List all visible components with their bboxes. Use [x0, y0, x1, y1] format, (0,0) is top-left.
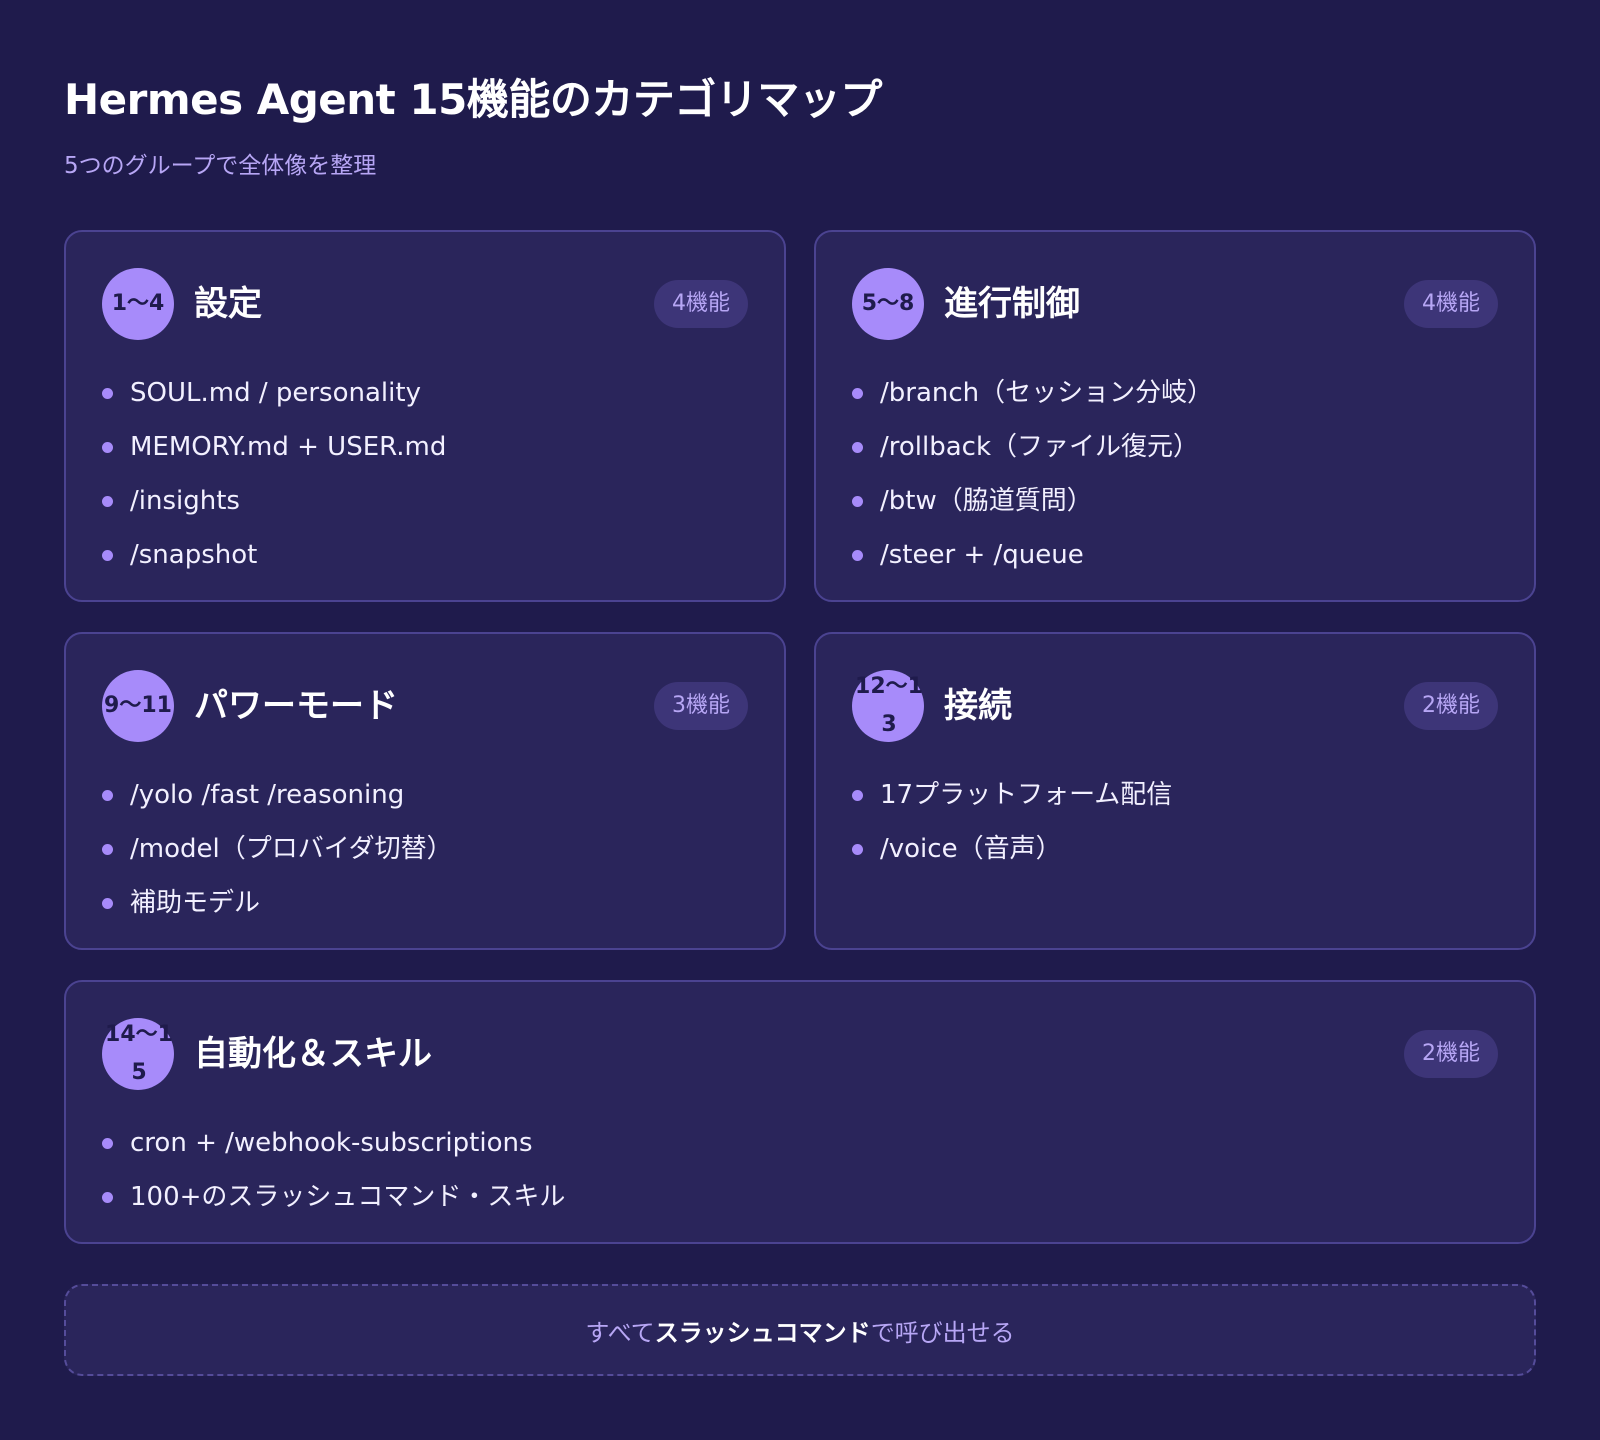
page-subtitle: 5つのグループで全体像を整理 — [64, 153, 377, 179]
feature-count-badge: 4機能 — [654, 280, 748, 328]
feature-list: /yolo /fast /reasoning /model（プロバイダ切替） 補… — [102, 768, 748, 930]
group-title: 接続 — [944, 686, 1012, 726]
feature-label: cron + /webhook-subscriptions — [130, 1128, 533, 1158]
group-card-progress-control: 5〜8 進行制御 4機能 /branch（セッション分岐） /rollback（… — [814, 230, 1536, 602]
feature-item: /model（プロバイダ切替） — [102, 822, 748, 876]
feature-list: SOUL.md / personality MEMORY.md + USER.m… — [102, 366, 748, 582]
feature-count-badge: 3機能 — [654, 682, 748, 730]
bullet-dot-icon — [102, 496, 113, 507]
feature-item: /branch（セッション分岐） — [852, 366, 1498, 420]
bullet-dot-icon — [102, 388, 113, 399]
bullet-dot-icon — [102, 550, 113, 561]
group-card-header: 12〜13 接続 2機能 — [852, 670, 1498, 742]
feature-item: SOUL.md / personality — [102, 366, 748, 420]
group-number-badge: 9〜11 — [102, 670, 174, 742]
feature-label: /voice（音声） — [880, 834, 1062, 864]
group-card-power-mode: 9〜11 パワーモード 3機能 /yolo /fast /reasoning /… — [64, 632, 786, 950]
group-card-header: 9〜11 パワーモード 3機能 — [102, 670, 748, 742]
feature-item: /snapshot — [102, 528, 748, 582]
feature-label: /btw（脇道質問） — [880, 486, 1093, 516]
group-title: 自動化＆スキル — [194, 1034, 432, 1074]
group-title: 進行制御 — [944, 284, 1080, 324]
group-card-header: 14〜15 自動化＆スキル 2機能 — [102, 1018, 1498, 1090]
feature-item: /steer + /queue — [852, 528, 1498, 582]
group-card-settings: 1〜4 設定 4機能 SOUL.md / personality MEMORY.… — [64, 230, 786, 602]
feature-label: SOUL.md / personality — [130, 378, 421, 408]
feature-count-badge: 2機能 — [1404, 682, 1498, 730]
group-number-badge: 14〜15 — [102, 1018, 174, 1090]
footer-prefix: すべて — [585, 1318, 655, 1347]
group-card-connection: 12〜13 接続 2機能 17プラットフォーム配信 /voice（音声） — [814, 632, 1536, 950]
bullet-dot-icon — [102, 1138, 113, 1149]
feature-item: /rollback（ファイル復元） — [852, 420, 1498, 474]
bullet-dot-icon — [852, 388, 863, 399]
feature-label: 17プラットフォーム配信 — [880, 780, 1173, 810]
feature-label: /snapshot — [130, 540, 258, 570]
bullet-dot-icon — [102, 790, 113, 801]
bullet-dot-icon — [102, 898, 113, 909]
bullet-dot-icon — [852, 790, 863, 801]
group-number-badge: 1〜4 — [102, 268, 174, 340]
page-title: Hermes Agent 15機能のカテゴリマップ — [64, 75, 882, 124]
feature-label: /yolo /fast /reasoning — [130, 780, 405, 810]
feature-label: /branch（セッション分岐） — [880, 378, 1214, 408]
feature-label: /steer + /queue — [880, 540, 1084, 570]
feature-label: 補助モデル — [130, 888, 261, 918]
category-map-page: Hermes Agent 15機能のカテゴリマップ 5つのグループで全体像を整理… — [0, 0, 1600, 1440]
group-title: パワーモード — [194, 686, 398, 726]
feature-item: 100+のスラッシュコマンド・スキル — [102, 1170, 1498, 1224]
feature-item: 17プラットフォーム配信 — [852, 768, 1498, 822]
group-card-automation-skills: 14〜15 自動化＆スキル 2機能 cron + /webhook-subscr… — [64, 980, 1536, 1244]
feature-count-badge: 2機能 — [1404, 1030, 1498, 1078]
feature-label: /insights — [130, 486, 240, 516]
group-card-header: 5〜8 進行制御 4機能 — [852, 268, 1498, 340]
bullet-dot-icon — [852, 496, 863, 507]
feature-list: /branch（セッション分岐） /rollback（ファイル復元） /btw（… — [852, 366, 1498, 582]
feature-label: /model（プロバイダ切替） — [130, 834, 453, 864]
feature-item: MEMORY.md + USER.md — [102, 420, 748, 474]
group-card-header: 1〜4 設定 4機能 — [102, 268, 748, 340]
feature-list: cron + /webhook-subscriptions 100+のスラッシュ… — [102, 1116, 1498, 1224]
feature-item: /btw（脇道質問） — [852, 474, 1498, 528]
feature-item: /yolo /fast /reasoning — [102, 768, 748, 822]
group-title: 設定 — [194, 284, 262, 324]
group-number-badge: 5〜8 — [852, 268, 924, 340]
feature-count-badge: 4機能 — [1404, 280, 1498, 328]
bullet-dot-icon — [852, 442, 863, 453]
footer-suffix: で呼び出せる — [870, 1318, 1015, 1347]
feature-item: /insights — [102, 474, 748, 528]
bullet-dot-icon — [102, 1192, 113, 1203]
bullet-dot-icon — [102, 844, 113, 855]
feature-item: /voice（音声） — [852, 822, 1498, 876]
feature-label: /rollback（ファイル復元） — [880, 432, 1200, 462]
feature-item: 補助モデル — [102, 876, 748, 930]
feature-list: 17プラットフォーム配信 /voice（音声） — [852, 768, 1498, 876]
group-number-badge: 12〜13 — [852, 670, 924, 742]
bullet-dot-icon — [852, 844, 863, 855]
feature-item: cron + /webhook-subscriptions — [102, 1116, 1498, 1170]
footer-note: すべて スラッシュコマンド で呼び出せる — [64, 1284, 1536, 1376]
bullet-dot-icon — [852, 550, 863, 561]
feature-label: 100+のスラッシュコマンド・スキル — [130, 1182, 566, 1212]
footer-emphasis: スラッシュコマンド — [654, 1318, 871, 1347]
feature-label: MEMORY.md + USER.md — [130, 432, 447, 462]
bullet-dot-icon — [102, 442, 113, 453]
